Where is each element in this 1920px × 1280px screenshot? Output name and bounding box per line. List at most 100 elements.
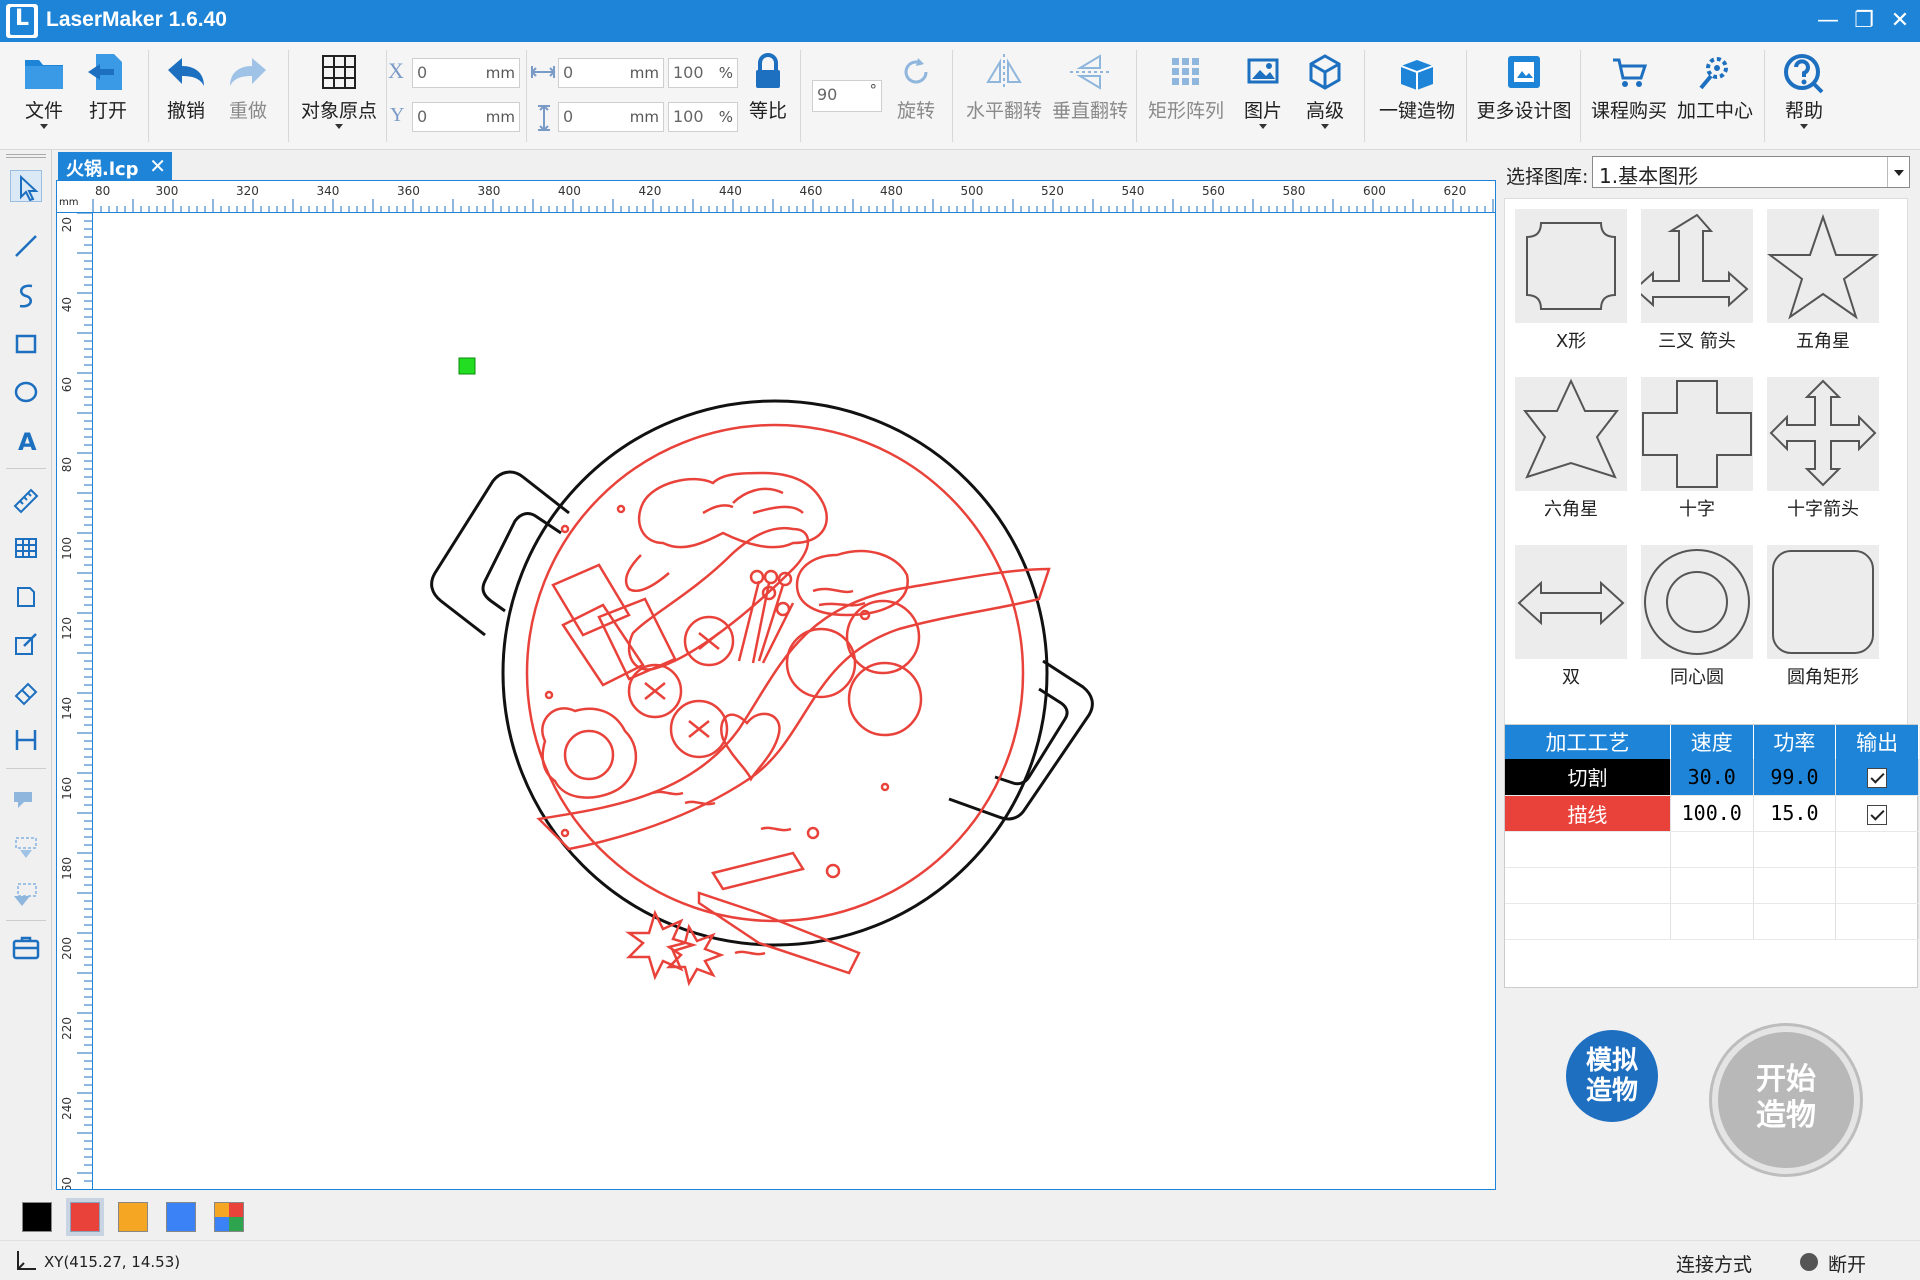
process-gear-icon [1699,57,1728,90]
dash-shape-icon[interactable] [10,830,42,862]
more-designs-button[interactable]: 更多设计图 [1472,52,1576,123]
process-center-button[interactable]: 加工中心 [1674,52,1756,123]
color-swatch-orange[interactable] [118,1202,148,1232]
pot-outline-shape[interactable] [430,399,1094,947]
hotpot-drawing[interactable] [93,213,1495,1189]
rotate-angle-input[interactable]: 90 ° [812,80,882,112]
start-make-button[interactable]: 开始 造物 [1712,1026,1860,1174]
food-artwork-shape[interactable] [525,423,1051,987]
height-input[interactable]: 0 mm [558,102,664,132]
process-row-output[interactable] [1835,759,1919,796]
flip-vertical-button[interactable]: 垂直翻转 [1050,52,1130,123]
color-swatch-multicolor[interactable] [214,1202,244,1232]
ellipse-tool-icon[interactable] [10,376,42,408]
shopping-cart-icon [1613,58,1648,87]
advanced-button[interactable]: 高级 [1300,52,1350,129]
process-row-power[interactable]: 99.0 [1753,759,1837,796]
help-button[interactable]: 帮助 [1776,52,1832,129]
process-table: 加工工艺 速度 功率 输出 切割 30.0 99.0 描线 100.0 15.0 [1504,724,1919,988]
open-button[interactable]: 打开 [80,52,136,123]
shape-item-cross[interactable]: 十字 [1641,377,1753,527]
chevron-down-icon[interactable] [1887,157,1909,187]
undo-button[interactable]: 撤销 [158,52,214,123]
shape-item-double-arrow[interactable]: 双 [1515,545,1627,695]
process-row-power[interactable]: 15.0 [1753,795,1837,832]
ruler-label: 620 [1444,184,1467,198]
process-row-speed[interactable]: 30.0 [1670,759,1754,796]
shape-item-trident-arrow[interactable]: 三叉 箭头 [1641,209,1753,359]
height-value: 0 [563,107,574,126]
one-click-make-button[interactable]: 一键造物 [1374,52,1460,123]
rect-array-button[interactable]: 矩形阵列 [1146,52,1226,123]
eraser-tool-icon[interactable] [10,676,42,708]
one-click-make-label: 一键造物 [1378,100,1455,122]
flip-horizontal-button[interactable]: 水平翻转 [964,52,1044,123]
output-checkbox[interactable] [1867,768,1888,789]
shape-item-rounded-rect[interactable]: 圆角矩形 [1767,545,1879,695]
file-button[interactable]: 文件 [16,52,72,129]
x-position-input[interactable]: 0 mm [412,58,520,88]
ruler-tool-icon[interactable] [10,484,42,516]
color-swatch-black[interactable] [22,1202,52,1232]
rotate-label: 旋转 [896,100,935,122]
lock-ratio-label: 等比 [748,100,787,122]
lock-ratio-button[interactable]: 等比 [742,52,794,123]
table-row-empty [1505,867,1919,904]
image-button[interactable]: 图片 [1238,52,1288,129]
ruler-label: 80 [60,457,74,472]
drawing-area[interactable] [93,213,1495,1189]
ruler-label: 300 [156,184,179,198]
tool-separator [6,768,46,769]
document-tab[interactable]: 火锅.lcp ✕ [58,152,172,180]
horizontal-ruler[interactable]: 80 300 320 340 360 380 400 420 440 460 480 500 520 54… [57,181,1495,213]
process-row-name[interactable]: 描线 [1505,795,1671,832]
shape-item-concentric[interactable]: 同心圆 [1641,545,1753,695]
library-select-dropdown[interactable]: 1.基本图形 [1592,156,1910,188]
shape-item-five-star[interactable]: 五角星 [1767,209,1879,359]
text-tool-icon[interactable]: A [10,424,42,456]
line-tool-icon[interactable] [10,230,42,262]
table-row[interactable]: 描线 100.0 15.0 [1505,795,1919,832]
toolbox-icon[interactable] [10,932,42,964]
library-selected-value: 1.基本图形 [1599,164,1699,188]
fill-tool-icon[interactable] [10,782,42,814]
height-scale-input[interactable]: 100% [668,102,738,132]
frame-tool-icon[interactable] [10,580,42,612]
color-swatch-blue[interactable] [166,1202,196,1232]
shape-item-cross-arrow[interactable]: 十字箭头 [1767,377,1879,527]
curve-tool-icon[interactable] [10,280,42,312]
rectangle-tool-icon[interactable] [10,328,42,360]
x-unit: mm [485,64,515,82]
redo-button[interactable]: 重做 [220,52,276,123]
shape-item-x[interactable]: X形 [1515,209,1627,359]
y-position-input[interactable]: 0 mm [412,102,520,132]
output-checkbox[interactable] [1867,804,1888,825]
object-origin-button[interactable]: 对象原点 [296,52,382,129]
table-tool-icon[interactable] [10,532,42,564]
tool-grip [6,154,46,158]
shape-item-six-star[interactable]: 六角星 [1515,377,1627,527]
close-button[interactable]: ✕ [1882,6,1918,36]
vertical-ruler[interactable]: 20 40 60 80 100 120 140 160 180 200 220 240 260 [57,213,93,1189]
color-swatch-red[interactable] [70,1202,100,1232]
width-input[interactable]: 0 mm [558,58,664,88]
process-row-name[interactable]: 切割 [1505,759,1671,796]
align-tool-icon[interactable] [10,724,42,756]
process-row-speed[interactable]: 100.0 [1670,795,1754,832]
buy-course-button[interactable]: 课程购买 [1588,52,1670,123]
maximize-button[interactable]: ❐ [1846,6,1882,36]
rotate-button[interactable]: 旋转 [888,52,944,123]
close-tab-icon[interactable]: ✕ [149,154,166,178]
ruler-label: 520 [1041,184,1064,198]
select-arrow-icon[interactable] [10,170,42,202]
simulate-make-button[interactable]: 模拟 造物 [1566,1030,1658,1122]
edit-node-icon[interactable] [10,628,42,660]
origin-marker[interactable] [458,357,476,375]
connection-mode-label[interactable]: 连接方式 [1676,1250,1752,1277]
process-row-output[interactable] [1835,795,1919,832]
table-row[interactable]: 切割 30.0 99.0 [1505,759,1919,796]
offset-shape-icon[interactable] [10,878,42,910]
flip-vertical-icon [1070,54,1110,90]
minimize-button[interactable]: — [1810,6,1846,36]
width-scale-input[interactable]: 100% [668,58,738,88]
